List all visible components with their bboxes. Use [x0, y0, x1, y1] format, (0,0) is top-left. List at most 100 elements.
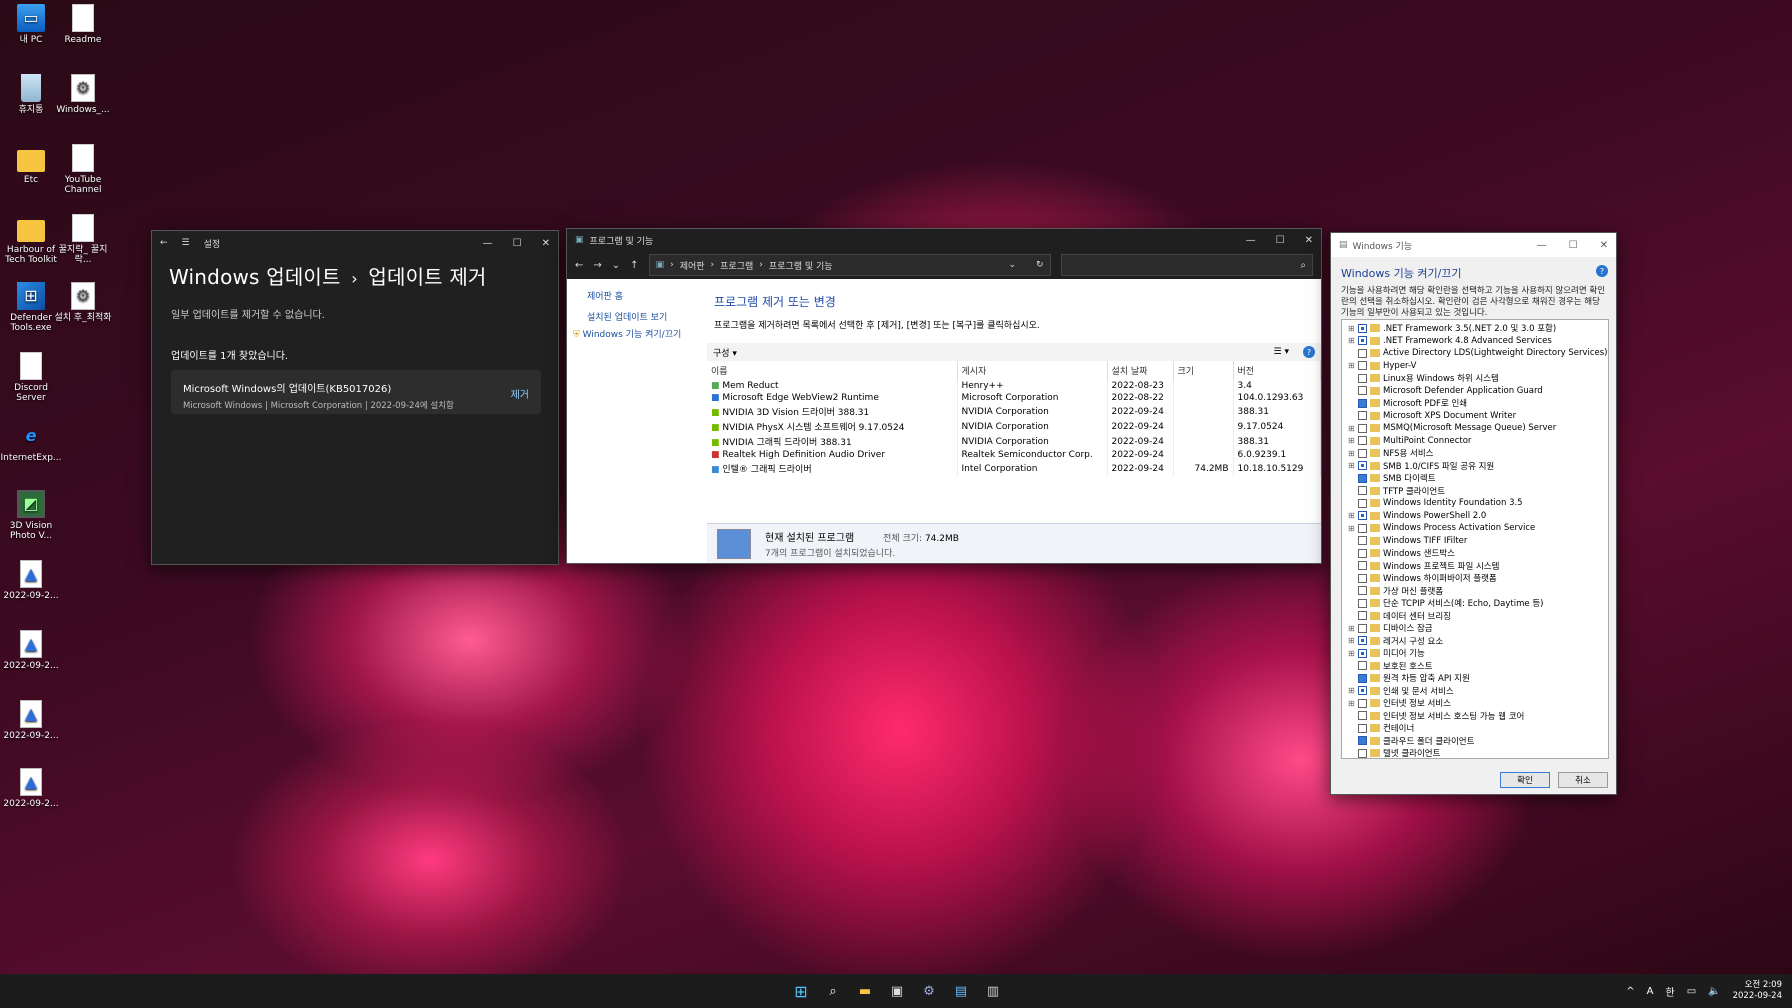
expand-icon[interactable]: ⊞	[1348, 624, 1357, 633]
feature-item[interactable]: 데이터 센터 브리징	[1348, 610, 1608, 623]
feature-item[interactable]: ⊞ 디바이스 잠금	[1348, 622, 1608, 635]
back-arrow-icon[interactable]: ←	[160, 238, 168, 248]
settings-titlebar[interactable]: ← ☰ 설정 — ☐ ✕	[152, 231, 558, 255]
feature-item[interactable]: ⊞ 레거시 구성 요소	[1348, 635, 1608, 648]
up-arrow-icon[interactable]: ↑	[630, 260, 638, 271]
expand-icon[interactable]: ⊞	[1348, 649, 1357, 658]
feature-item[interactable]: ⊞ Windows PowerShell 2.0	[1348, 510, 1608, 523]
organize-button[interactable]: 구성 ▾	[713, 346, 737, 359]
desktop-icon[interactable]: ⚙ 설치 후_최적화	[52, 282, 114, 323]
table-row[interactable]: ■ NVIDIA PhysX 시스템 소프트웨어 9.17.0524 NVIDIA…	[707, 419, 1321, 434]
keyboard-lang[interactable]: A	[1647, 986, 1654, 997]
expand-icon[interactable]: ⊞	[1348, 461, 1357, 470]
clock[interactable]: 오전 2:09 2022-09-24	[1733, 980, 1782, 1002]
feature-item[interactable]: ⊞ 인터넷 정보 서비스	[1348, 697, 1608, 710]
view-options-icon[interactable]: ☰ ▾	[1274, 347, 1289, 357]
feature-checkbox[interactable]	[1358, 548, 1367, 558]
desktop-icon[interactable]: ◩ 3D Vision Photo V...	[0, 490, 62, 541]
table-row[interactable]: ■ NVIDIA 그래픽 드라이버 388.31 NVIDIA Corporati…	[707, 434, 1321, 449]
feature-checkbox[interactable]	[1358, 361, 1367, 371]
minimize-button[interactable]: —	[1246, 235, 1256, 246]
feature-checkbox[interactable]	[1358, 711, 1367, 721]
history-dropdown-icon[interactable]: ⌄	[612, 260, 620, 271]
feature-checkbox[interactable]	[1358, 398, 1367, 408]
column-name[interactable]: 이름	[707, 361, 958, 380]
expand-icon[interactable]: ⊞	[1348, 511, 1357, 520]
back-arrow-icon[interactable]: ←	[575, 260, 583, 271]
feature-checkbox[interactable]	[1358, 348, 1367, 358]
feature-checkbox[interactable]	[1358, 648, 1367, 658]
desktop-icon[interactable]: ▲ 2022-09-2...	[0, 630, 62, 671]
feature-checkbox[interactable]	[1358, 573, 1367, 583]
column-date[interactable]: 설치 날짜	[1107, 361, 1174, 380]
breadcrumb-programs[interactable]: 프로그램	[720, 259, 753, 272]
feature-checkbox[interactable]	[1358, 373, 1367, 383]
feature-item[interactable]: 보호된 호스트	[1348, 660, 1608, 673]
feature-item[interactable]: ⊞ 인쇄 및 문서 서비스	[1348, 685, 1608, 698]
feature-checkbox[interactable]	[1358, 723, 1367, 733]
feature-checkbox[interactable]	[1358, 611, 1367, 621]
expand-icon[interactable]: ⊞	[1348, 436, 1357, 445]
maximize-button[interactable]: ☐	[513, 238, 522, 249]
feature-checkbox[interactable]	[1358, 423, 1367, 433]
features-tree[interactable]: ⊞ .NET Framework 3.5(.NET 2.0 및 3.0 포함) ⊞.…	[1341, 319, 1609, 759]
close-button[interactable]: ✕	[1305, 235, 1313, 246]
feature-checkbox[interactable]	[1358, 486, 1367, 496]
feature-item[interactable]: ⊞ SMB 1.0/CIFS 파일 공유 지원	[1348, 460, 1608, 473]
settings-icon[interactable]: ⚙	[920, 982, 938, 1000]
feature-item[interactable]: Active Directory LDS(Lightweight Directo…	[1348, 347, 1608, 360]
desktop-icon[interactable]: YouTube Channel	[52, 144, 114, 195]
feature-item[interactable]: ⊞ MultiPoint Connector	[1348, 435, 1608, 448]
expand-icon[interactable]: ⊞	[1348, 524, 1357, 533]
feature-item[interactable]: 단순 TCPIP 서비스(예: Echo, Daytime 등)	[1348, 597, 1608, 610]
feature-checkbox[interactable]	[1358, 411, 1367, 421]
feature-checkbox[interactable]	[1358, 561, 1367, 571]
store-icon[interactable]: ▣	[888, 982, 906, 1000]
feature-checkbox[interactable]	[1358, 473, 1367, 483]
feature-checkbox[interactable]	[1358, 623, 1367, 633]
expand-icon[interactable]: ⊞	[1348, 336, 1357, 345]
features-titlebar[interactable]: ▤ Windows 기능 — ☐ ✕	[1331, 233, 1616, 257]
close-button[interactable]: ✕	[1600, 240, 1608, 251]
feature-item[interactable]: ⊞ Hyper-V	[1348, 360, 1608, 373]
feature-item[interactable]: Windows TIFF IFilter	[1348, 535, 1608, 548]
table-row[interactable]: ■ 인텔® 그래픽 드라이버 Intel Corporation 2022-09-2…	[707, 461, 1321, 476]
control-panel-icon[interactable]: ▤	[952, 982, 970, 1000]
feature-item[interactable]: ⊞ NFS용 서비스	[1348, 447, 1608, 460]
feature-item[interactable]: Linux용 Windows 하위 시스템	[1348, 372, 1608, 385]
table-row[interactable]: ■ Realtek High Definition Audio Driver Re…	[707, 449, 1321, 461]
ok-button[interactable]: 확인	[1500, 772, 1550, 788]
feature-checkbox[interactable]	[1358, 386, 1367, 396]
features-icon[interactable]: ▥	[984, 982, 1002, 1000]
uninstall-update-button[interactable]: 제거	[511, 386, 529, 401]
desktop-icon[interactable]: Discord Server	[0, 352, 62, 403]
expand-icon[interactable]: ⊞	[1348, 449, 1357, 458]
feature-checkbox[interactable]	[1358, 336, 1367, 346]
breadcrumb-windows-update[interactable]: Windows 업데이트	[169, 265, 341, 289]
feature-checkbox[interactable]	[1358, 448, 1367, 458]
feature-checkbox[interactable]	[1358, 736, 1367, 746]
feature-item[interactable]: Microsoft XPS Document Writer	[1348, 410, 1608, 423]
feature-item[interactable]: 컨테이너	[1348, 722, 1608, 735]
table-row[interactable]: ■ Mem Reduct Henry++ 2022-08-23 3.4	[707, 380, 1321, 392]
desktop-icon[interactable]: e InternetExp...	[0, 422, 62, 464]
address-bar[interactable]: ▣ › 제어판 › 프로그램 › 프로그램 및 기능 ⌄ ↻	[648, 254, 1051, 276]
breadcrumb-control-panel[interactable]: 제어판	[680, 259, 705, 272]
volume-icon[interactable]: 🔈	[1708, 986, 1720, 997]
feature-item[interactable]: 가상 머신 플랫폼	[1348, 585, 1608, 598]
close-button[interactable]: ✕	[542, 238, 550, 249]
expand-icon[interactable]: ⊞	[1348, 324, 1357, 333]
feature-item[interactable]: Microsoft PDF로 인쇄	[1348, 397, 1608, 410]
network-icon[interactable]: ▭	[1687, 986, 1696, 997]
feature-checkbox[interactable]	[1358, 511, 1367, 521]
feature-item[interactable]: Windows 프로젝트 파일 시스템	[1348, 560, 1608, 573]
feature-checkbox[interactable]	[1358, 323, 1367, 333]
feature-checkbox[interactable]	[1358, 673, 1367, 683]
feature-item[interactable]: Windows Identity Foundation 3.5	[1348, 497, 1608, 510]
expand-icon[interactable]: ⊞	[1348, 636, 1357, 645]
help-icon[interactable]: ?	[1596, 265, 1608, 277]
feature-item[interactable]: ⊞ 미디어 기능	[1348, 647, 1608, 660]
ime-indicator[interactable]: 한	[1665, 984, 1674, 999]
start-icon[interactable]: ⊞	[792, 982, 810, 1001]
search-icon[interactable]: ⌕	[824, 982, 842, 1000]
